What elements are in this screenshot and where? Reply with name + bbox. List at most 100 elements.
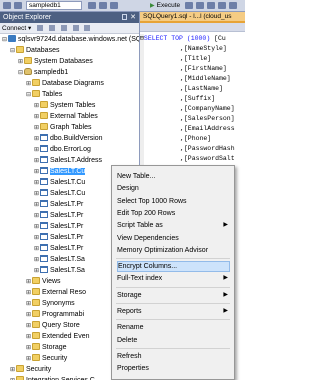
tree-node-label: Storage [42, 344, 67, 351]
tree-node[interactable]: ⊞ dbo.ErrorLog [33, 144, 91, 155]
tree-node[interactable]: ⊞ System Tables [33, 100, 95, 111]
tree-node[interactable]: ⊞ SalesLT.Pr [33, 232, 83, 243]
toolbar-icon[interactable] [14, 2, 22, 9]
sql-text: ,[Title] [180, 55, 212, 62]
menu-item[interactable]: Edit Top 200 Rows [117, 208, 230, 219]
panel-title: Object Explorer [3, 14, 52, 21]
table-icon [40, 222, 48, 229]
menu-item[interactable]: Design [117, 183, 230, 194]
server-icon [8, 35, 16, 42]
collapse-icon[interactable]: ⊟ [9, 46, 16, 57]
tree-node[interactable]: ⊟ sampledb1 [17, 67, 68, 78]
editor-nav-bar [140, 23, 245, 32]
pin-icon[interactable] [122, 14, 127, 20]
execute-button[interactable]: Execute [150, 1, 181, 11]
tree-node[interactable]: ⊞Integration Services C [9, 375, 95, 380]
refresh-icon[interactable] [84, 25, 91, 32]
tree-node[interactable]: ⊞ Database Diagrams [25, 78, 104, 89]
tree-node[interactable]: ⊞ SalesLT.Sa [33, 254, 85, 265]
menu-item[interactable]: Full-Text index ▶ [117, 273, 230, 284]
toolbar-icon[interactable] [110, 2, 118, 9]
folder-icon [32, 354, 40, 361]
tree-node[interactable]: ⊞ Programmabi [25, 309, 84, 320]
menu-item[interactable]: Reports ▶ [117, 306, 230, 317]
table-icon [40, 134, 48, 141]
menu-item[interactable]: Script Table as ▶ [117, 220, 230, 231]
connect-button[interactable]: Connect ▾ [2, 25, 31, 32]
folder-icon [16, 46, 24, 53]
menu-item[interactable]: New Table... [117, 171, 230, 182]
tree-node[interactable]: ⊞ Query Store [25, 320, 80, 331]
toolbar-icon[interactable] [3, 2, 11, 9]
menu-item[interactable]: Storage ▶ [117, 290, 230, 301]
menu-item-label: Properties [117, 365, 149, 373]
tree-node[interactable]: ⊞ SalesLT.Sa [33, 265, 85, 276]
menu-item-label: Select Top 1000 Rows [117, 197, 187, 205]
menu-item[interactable]: Refresh [117, 351, 230, 362]
sql-text: ,[CompanyName] [180, 105, 235, 112]
tree-node[interactable]: ⊞ Security [25, 353, 67, 364]
folder-icon [32, 90, 40, 97]
menu-item[interactable]: Delete [117, 335, 230, 346]
database-icon [24, 68, 32, 75]
toolbar-icon[interactable] [185, 2, 193, 9]
menu-item-label: Storage [117, 291, 142, 299]
tree-node[interactable]: ⊞ Security [9, 364, 51, 375]
tree-node[interactable]: ⊞ External Tables [33, 111, 98, 122]
menu-item[interactable]: Rename [117, 322, 230, 333]
tree-node-label: Tables [42, 91, 63, 98]
tree-node[interactable]: ⊞ Extended Even [25, 331, 89, 342]
toolbar-icon[interactable] [88, 2, 96, 9]
tree-node[interactable]: ⊟ Databases [9, 45, 59, 56]
tree-node[interactable]: ⊞ SalesLT.Cu [33, 188, 85, 199]
menu-item[interactable]: Encrypt Columns... [117, 261, 230, 273]
collapse-icon[interactable]: ⊟ [17, 68, 24, 79]
sql-text: ,[SalesPerson] [180, 115, 235, 122]
tree-node[interactable]: ⊞ SalesLT.Pr [33, 243, 83, 254]
toolbar-icon[interactable] [99, 2, 107, 9]
toolbar-icon[interactable] [229, 2, 237, 9]
connect-icon[interactable] [37, 25, 44, 32]
tree-node[interactable]: ⊟ Tables [25, 89, 62, 100]
tree-node-label: Views [42, 278, 61, 285]
tree-node[interactable]: ⊞ SalesLT.Pr [33, 199, 83, 210]
tree-node-label: System Databases [34, 58, 93, 65]
menu-item[interactable]: View Dependencies [117, 233, 230, 244]
tree-node-label: dbo.BuildVersion [50, 135, 103, 142]
tree-node[interactable]: ⊞ Synonyms [25, 298, 75, 309]
tree-node[interactable]: ⊞ SalesLT.Address [33, 155, 102, 166]
tree-node-label: SalesLT.Pr [50, 212, 84, 219]
stop-icon[interactable] [60, 25, 67, 32]
folder-icon [40, 112, 48, 119]
code-line: ,[SalesPerson] [180, 114, 235, 124]
tree-node[interactable]: ⊞ dbo.BuildVersion [33, 133, 103, 144]
database-select[interactable]: sampledb1 [26, 1, 82, 10]
tree-node[interactable]: ⊞ System Databases [17, 56, 93, 67]
object-explorer-titlebar: Object Explorer ✕ [0, 12, 139, 23]
tree-node-label: dbo.ErrorLog [50, 146, 91, 153]
tree-node-label: External Tables [50, 113, 98, 120]
tree-node[interactable]: ⊞ SalesLT.Pr [33, 221, 83, 232]
menu-item[interactable]: Select Top 1000 Rows [117, 196, 230, 207]
filter-icon[interactable] [72, 25, 79, 32]
menu-item[interactable]: Properties [117, 363, 230, 374]
tree-node[interactable]: ⊟ sqlsvr9724d.database.windows.net (SQ [1, 34, 139, 46]
tree-node[interactable]: ⊞ Graph Tables [33, 122, 92, 133]
tree-node[interactable]: ⊞ SalesLT.Pr [33, 210, 83, 221]
toolbar-icon[interactable] [196, 2, 204, 9]
collapse-icon[interactable]: ⊟ [1, 35, 8, 46]
tree-node[interactable]: ⊞ External Reso [25, 287, 86, 298]
expand-icon[interactable]: ⊞ [9, 376, 16, 380]
collapse-icon[interactable]: ⊟ [25, 90, 32, 101]
menu-item[interactable]: Memory Optimization Advisor [117, 245, 230, 256]
tree-node[interactable]: ⊞ Views [25, 276, 61, 287]
close-icon[interactable]: ✕ [130, 12, 136, 23]
toolbar-icon[interactable] [218, 2, 226, 9]
disconnect-icon[interactable] [48, 25, 55, 32]
tree-node[interactable]: ⊞ SalesLT.Cu [33, 166, 86, 177]
query-tab[interactable]: SQLQuery1.sql - l...l (cloud_us [140, 12, 245, 23]
tree-node[interactable]: ⊞ SalesLT.Cu [33, 177, 85, 188]
menu-item-label: Full-Text index [117, 275, 163, 283]
toolbar-icon[interactable] [207, 2, 215, 9]
tree-node[interactable]: ⊞ Storage [25, 342, 67, 353]
